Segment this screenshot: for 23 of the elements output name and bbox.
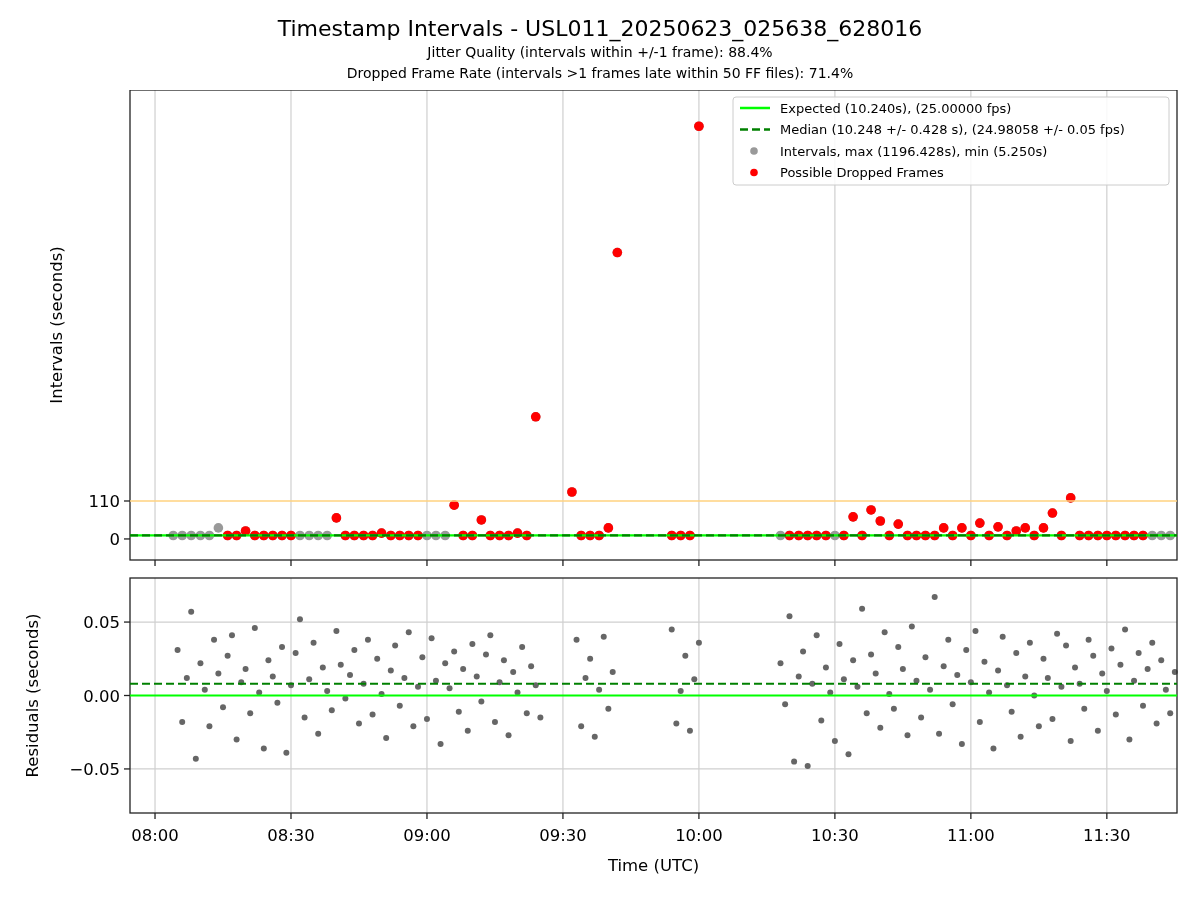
axis-label: Intervals (seconds) (47, 246, 66, 404)
tick-label: 10:30 (811, 826, 859, 845)
tick-label: 11:30 (1083, 826, 1131, 845)
legend-label: Intervals, max (1196.428s), min (5.250s) (780, 143, 1048, 159)
tick-label: 08:00 (131, 826, 179, 845)
axis-label: Time (UTC) (607, 856, 700, 875)
tick-label: 0 (109, 529, 120, 549)
tick-label: 0.05 (83, 613, 120, 633)
figure-subtitle: Jitter Quality (intervals within +/-1 frame): 88.4% (427, 43, 773, 62)
legend-label: Median (10.248 +/- 0.428 s), (24.98058 +/- 0.05 fps) (780, 122, 1125, 137)
tick-label: 11:00 (947, 826, 995, 845)
tick-label: 10:00 (675, 826, 723, 845)
figure-title: Timestamp Intervals - USL011_20250623_025638_628016 (277, 16, 923, 42)
tick-label: −0.05 (69, 759, 120, 779)
legend-label: Expected (10.240s), (25.00000 fps) (780, 100, 1012, 116)
tick-label: 09:30 (539, 826, 587, 845)
figure-subtitle: Dropped Frame Rate (intervals >1 frames late within 50 FF files): 71.4% (346, 64, 854, 83)
axis-label: Residuals (seconds) (23, 613, 42, 778)
legend-label: Possible Dropped Frames (780, 165, 944, 180)
tick-label: 08:30 (267, 826, 315, 845)
tick-label: 09:00 (403, 826, 451, 845)
tick-label: 0.00 (83, 686, 120, 706)
tick-label: 110 (88, 492, 120, 511)
